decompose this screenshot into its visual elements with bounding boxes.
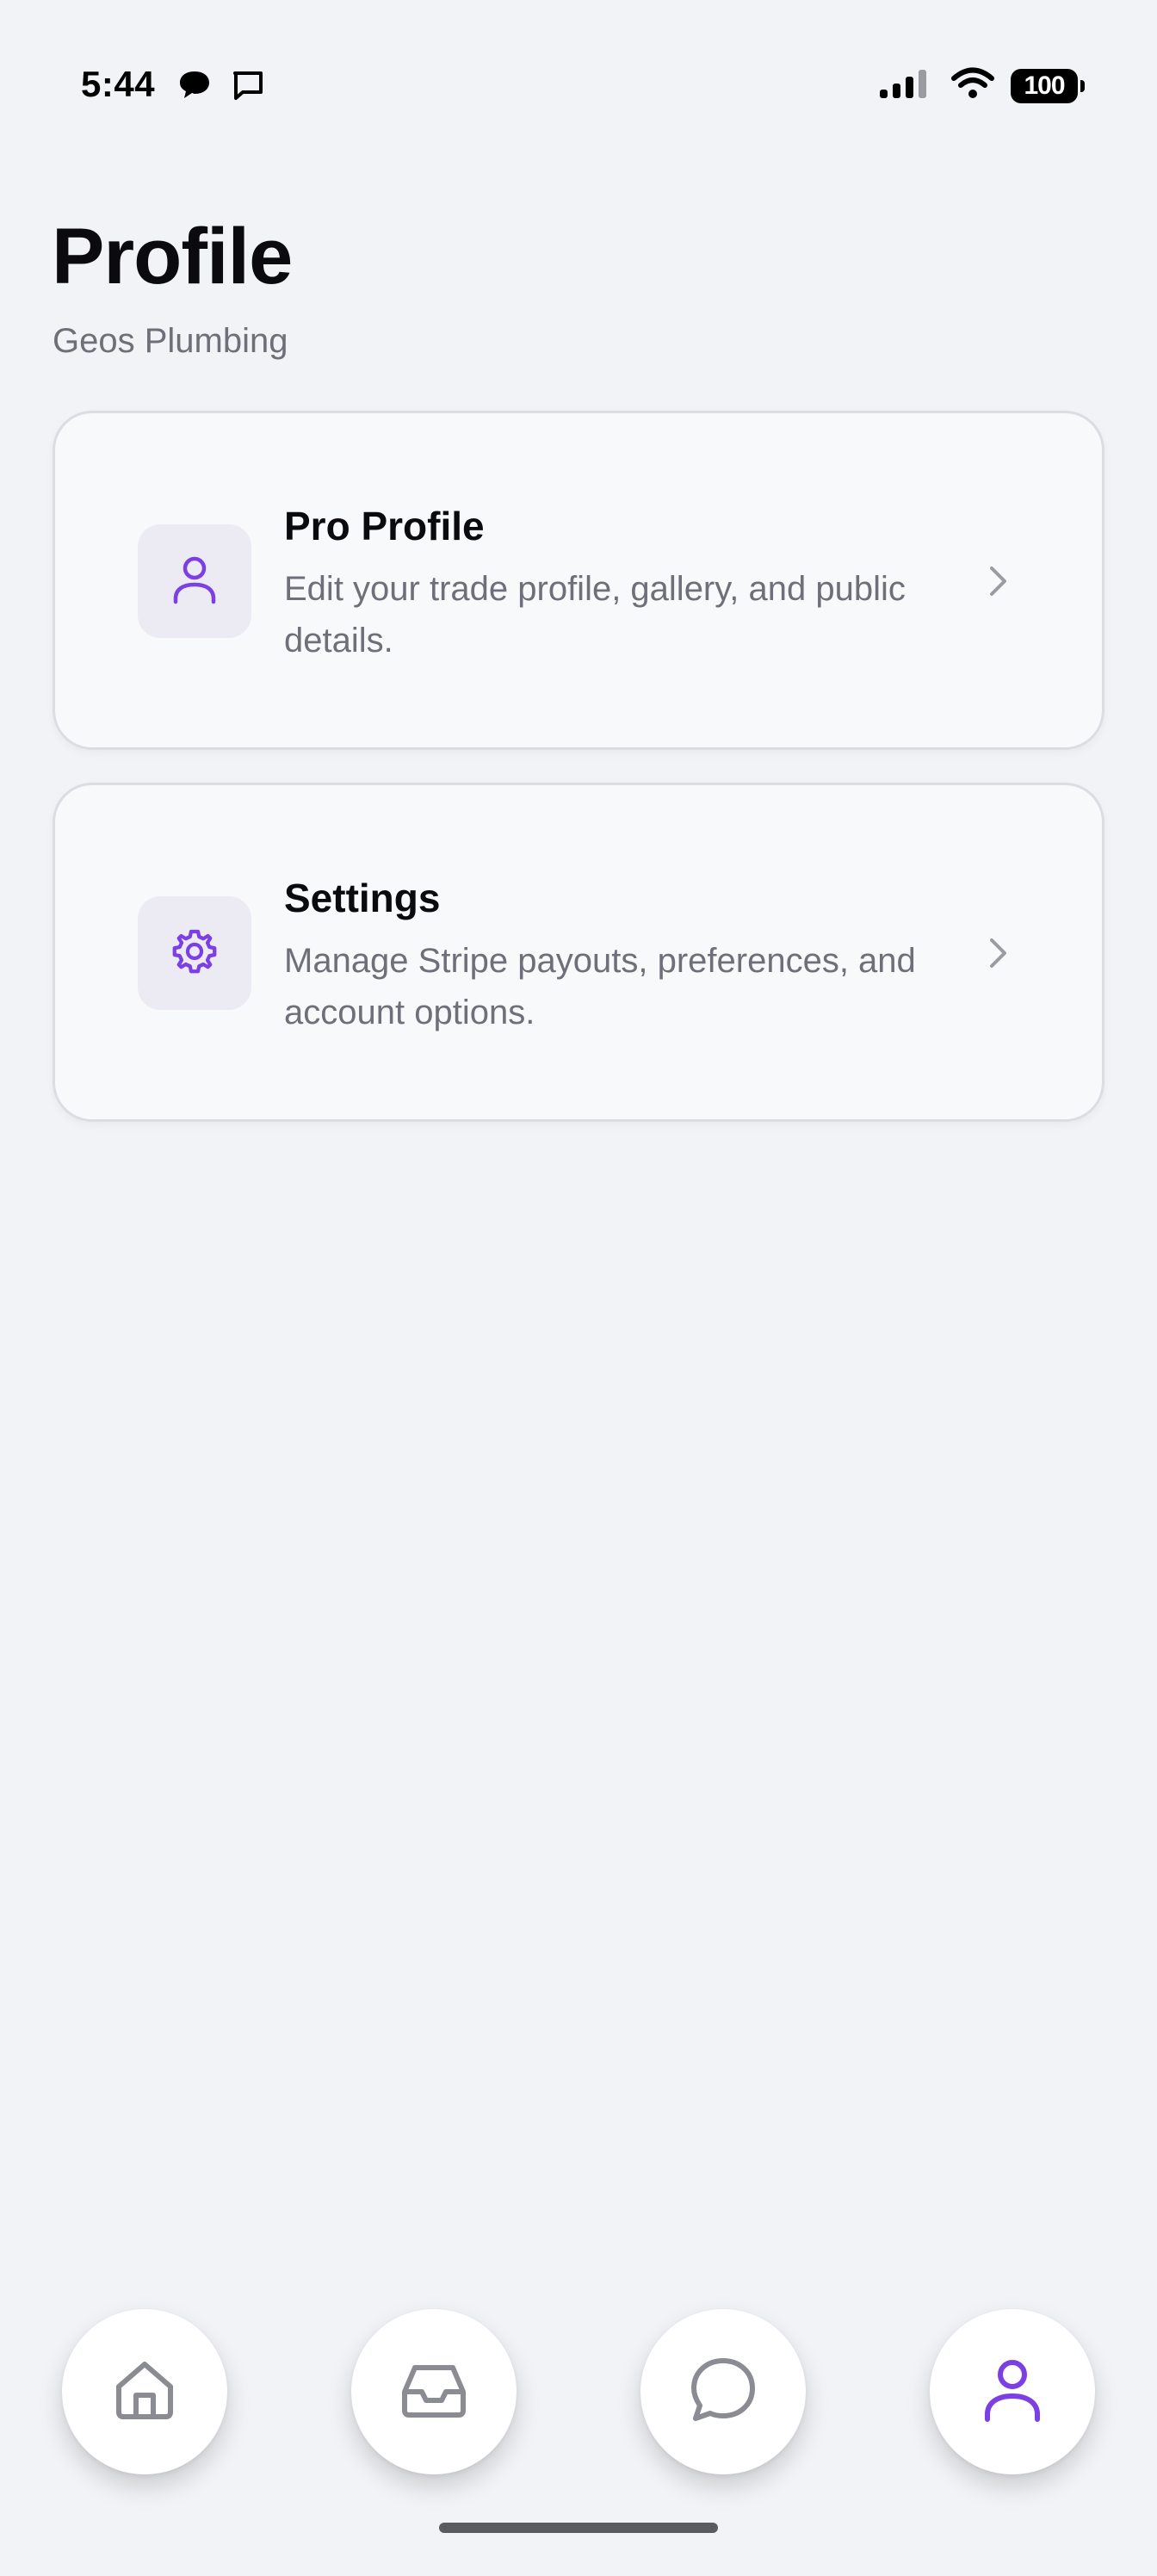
chevron-right-icon <box>988 937 1009 974</box>
pro-profile-icon-tile <box>138 524 251 638</box>
user-icon <box>170 554 219 610</box>
battery-icon: 100 <box>1011 68 1085 103</box>
settings-description: Manage Stripe payouts, preferences, and … <box>284 942 916 1031</box>
chevron-right-icon <box>988 565 1009 602</box>
status-right-icons: 100 <box>878 67 1085 104</box>
signal-icon <box>878 67 935 104</box>
page-title: Profile <box>52 213 293 300</box>
pro-profile-card[interactable]: Pro Profile Edit your trade profile, gal… <box>53 411 1104 750</box>
nav-home-button[interactable] <box>62 2309 227 2474</box>
wifi-icon <box>950 67 995 104</box>
settings-icon-tile <box>138 896 251 1010</box>
pro-profile-description: Edit your trade profile, gallery, and pu… <box>284 570 906 659</box>
message-square-icon <box>231 69 265 102</box>
inbox-icon <box>398 2356 470 2429</box>
chat-bubble-icon <box>177 69 212 102</box>
status-notification-icons <box>177 69 265 102</box>
settings-card[interactable]: Settings Manage Stripe payouts, preferen… <box>53 783 1104 1122</box>
home-indicator <box>439 2523 718 2533</box>
profile-icon <box>982 2356 1043 2429</box>
home-icon <box>110 2356 179 2429</box>
gear-icon <box>169 926 220 981</box>
profile-screen: 5:44 100 Profile Geos Plumbing Pro Profi… <box>0 0 1157 2576</box>
nav-inbox-button[interactable] <box>351 2309 517 2474</box>
chat-icon <box>687 2354 759 2430</box>
settings-title: Settings <box>284 876 441 920</box>
pro-profile-title: Pro Profile <box>284 504 485 548</box>
status-bar: 5:44 100 <box>0 0 1157 172</box>
status-time: 5:44 <box>81 64 156 104</box>
nav-profile-button[interactable] <box>930 2309 1095 2474</box>
nav-chat-button[interactable] <box>640 2309 806 2474</box>
page-subtitle: Geos Plumbing <box>53 322 288 360</box>
